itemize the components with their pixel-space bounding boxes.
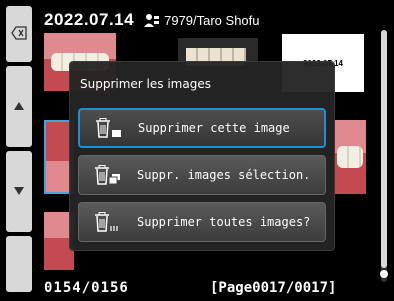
scrollbar[interactable] — [381, 30, 387, 282]
patient-icon — [144, 13, 161, 27]
patient-info: 7979/Taro Shofu — [144, 12, 260, 28]
down-arrow-icon — [13, 185, 25, 199]
trash-all-icon — [95, 212, 118, 232]
up-arrow-icon — [13, 100, 25, 114]
delete-selected-images-button[interactable]: Suppr. images sélection. — [78, 155, 326, 195]
dialog-title: Supprimer les images — [80, 77, 211, 91]
capture-date: 2022.07.14 — [44, 10, 135, 29]
image-counter: 0154/0156 — [44, 280, 129, 296]
page-indicator: [Page0017/0017] — [210, 280, 337, 296]
patient-id-name: 7979/Taro Shofu — [164, 12, 260, 28]
trash-single-icon — [96, 118, 121, 138]
side-blank-button[interactable] — [6, 236, 32, 292]
delete-selected-images-label: Suppr. images sélection. — [137, 168, 311, 182]
trash-selected-icon — [95, 165, 120, 185]
image-thumbnail[interactable] — [334, 120, 366, 194]
scroll-up-button[interactable] — [6, 66, 32, 147]
delete-this-image-button[interactable]: Supprimer cette image — [78, 108, 326, 148]
delete-all-images-button[interactable]: Supprimer toutes images? — [78, 202, 326, 242]
side-button-strip — [6, 6, 32, 292]
delete-this-image-label: Supprimer cette image — [138, 121, 290, 135]
camera-screen: 2022.07.14 7979/Taro Shofu 2022.07.14 Su… — [0, 0, 394, 301]
delete-images-dialog: Supprimer les images Supprimer cette ima… — [70, 62, 334, 250]
scroll-down-button[interactable] — [6, 151, 32, 232]
header: 2022.07.14 7979/Taro Shofu — [44, 10, 260, 30]
scrollbar-thumb[interactable] — [381, 30, 387, 268]
backspace-icon — [11, 25, 27, 43]
delete-all-images-label: Supprimer toutes images? — [137, 215, 311, 229]
delete-back-button[interactable] — [6, 6, 32, 62]
scroll-end-indicator — [380, 270, 388, 278]
